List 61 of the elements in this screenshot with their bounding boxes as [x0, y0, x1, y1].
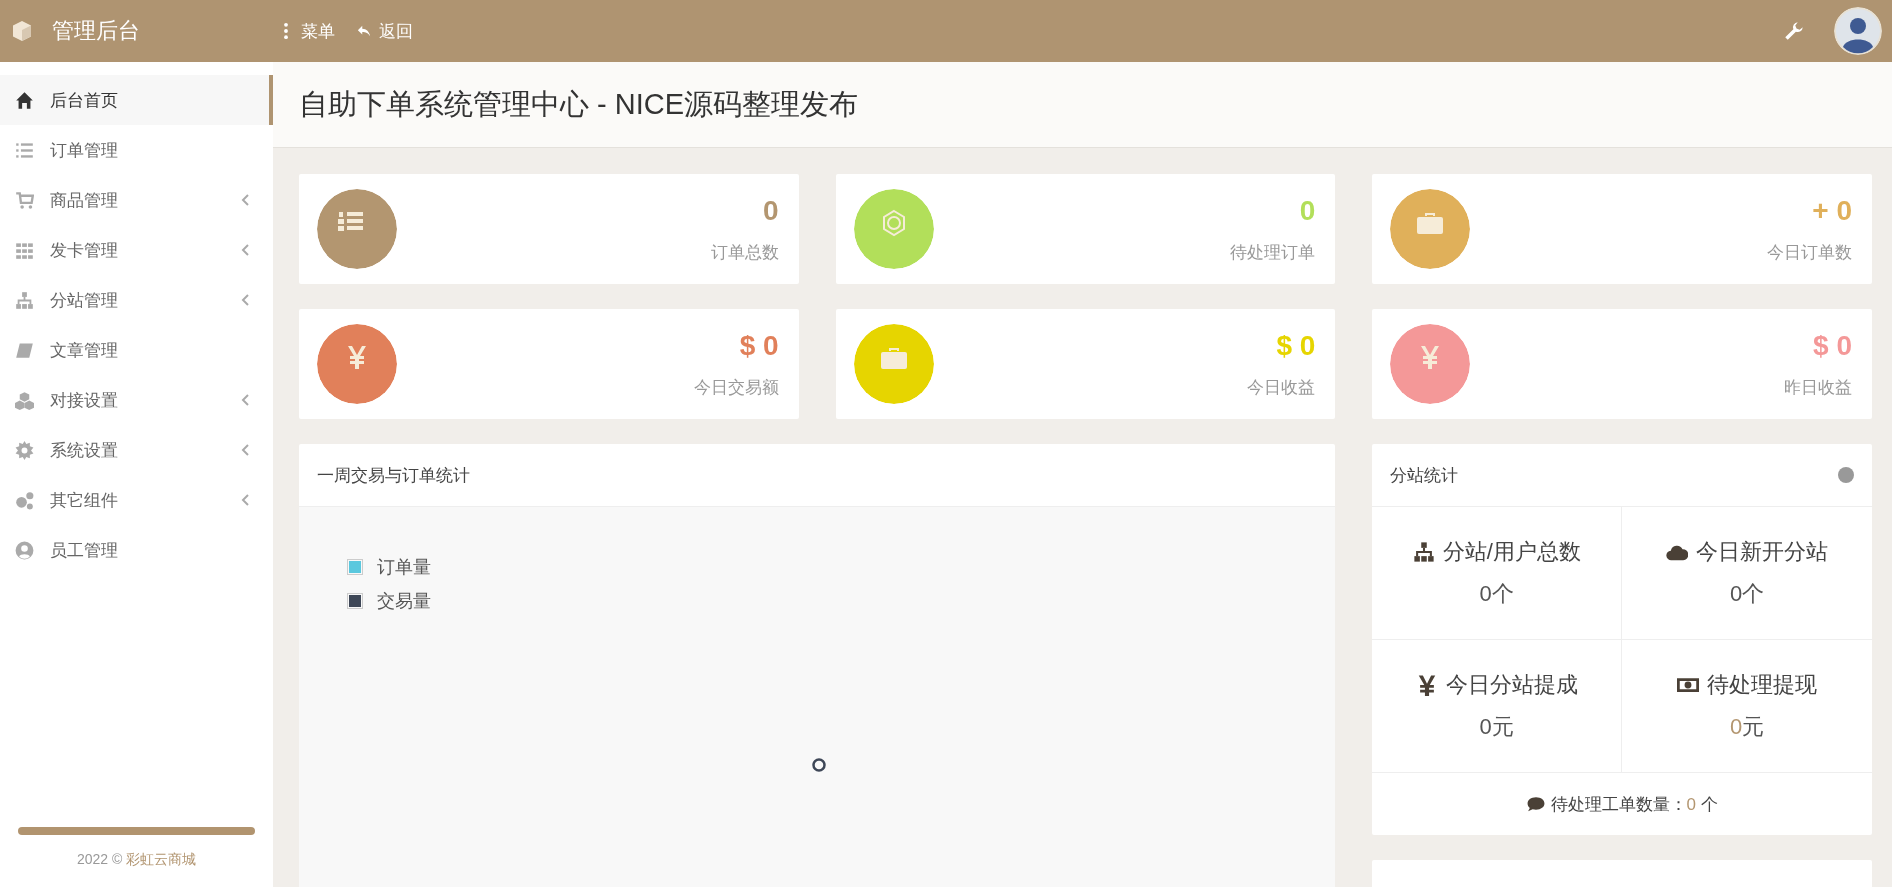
copyright-text: 2022 © 彩虹云商城 [75, 850, 198, 869]
stat-value: $ 0 [1276, 329, 1316, 362]
loading-spinner [811, 757, 827, 773]
stat-value: $ 0 [739, 329, 779, 362]
numbered-list-icon [338, 212, 363, 231]
user-avatar[interactable] [1834, 7, 1882, 55]
stat-label: 今日分站提成 [1445, 671, 1578, 699]
stat-value: $ 0 [1813, 329, 1852, 362]
stat-label: 待处理订单 [1230, 241, 1316, 264]
stat-label: 订单总数 [710, 241, 779, 264]
legend-label: 订单量 [377, 556, 431, 579]
stat-label: 今日收益 [1247, 376, 1316, 399]
sidebar-item[interactable]: 订单管理 [0, 125, 273, 175]
sidebar-item[interactable]: 系统设置 [0, 425, 273, 475]
page-title: 自助下单系统管理中心 - NICE源码整理发布 [299, 86, 859, 122]
stat-label: 昨日收益 [1784, 376, 1852, 399]
briefcase-icon [880, 348, 907, 369]
comment-icon [1526, 795, 1545, 813]
list-icon [15, 140, 34, 160]
home-icon [15, 90, 34, 110]
panel-title: 分站统计 [1390, 464, 1459, 487]
legend-label: 交易量 [377, 590, 431, 613]
briefcase-icon [1417, 213, 1444, 234]
stat-value: 0元 [1479, 713, 1514, 741]
cart-icon [15, 190, 34, 210]
sidebar-item[interactable]: 后台首页 [0, 75, 273, 125]
stat-label: 今日新开分站 [1696, 538, 1829, 566]
sitemap-icon [1412, 541, 1435, 563]
ticket-count-text: 待处理工单数量：0 个 [1550, 793, 1718, 816]
sidebar-item[interactable]: 员工管理 [0, 525, 273, 575]
stat-label: 待处理提现 [1707, 671, 1818, 699]
wrench-icon[interactable] [1784, 21, 1804, 41]
panel-title: 一周交易与订单统计 [317, 464, 470, 487]
stat-value: 0 [763, 194, 779, 227]
stat-value: + 0 [1812, 194, 1852, 227]
stat-label: 今日交易额 [693, 376, 779, 399]
stat-label: 分站/用户总数 [1442, 538, 1581, 566]
settings-icon [15, 440, 34, 460]
stat-value: 0 [1299, 194, 1316, 227]
yen-icon [348, 346, 366, 369]
sidebar-item[interactable]: 分站管理 [0, 275, 273, 325]
cube-icon [10, 19, 34, 43]
stat-value: 0个 [1479, 580, 1514, 608]
stat-label: 今日订单数 [1767, 241, 1852, 264]
sidebar-item[interactable]: 其它组件 [0, 475, 273, 525]
hexagon-icon [882, 209, 905, 237]
yen-icon [1421, 346, 1440, 369]
legend-swatch [347, 559, 363, 575]
sidebar-item[interactable]: 商品管理 [0, 175, 273, 225]
cubes-icon [15, 390, 34, 410]
status-dot [1838, 467, 1854, 483]
legend-swatch [347, 593, 363, 609]
grid-icon [15, 240, 34, 260]
sidebar-item[interactable]: 文章管理 [0, 325, 273, 375]
app-title: 管理后台 [52, 17, 140, 45]
user-icon [15, 540, 34, 560]
sitemap-icon [15, 290, 34, 310]
stat-value: 0个 [1729, 580, 1765, 608]
sidebar-item[interactable]: 对接设置 [0, 375, 273, 425]
sidebar-item[interactable]: 发卡管理 [0, 225, 273, 275]
stat-value: 0元 [1729, 713, 1765, 741]
